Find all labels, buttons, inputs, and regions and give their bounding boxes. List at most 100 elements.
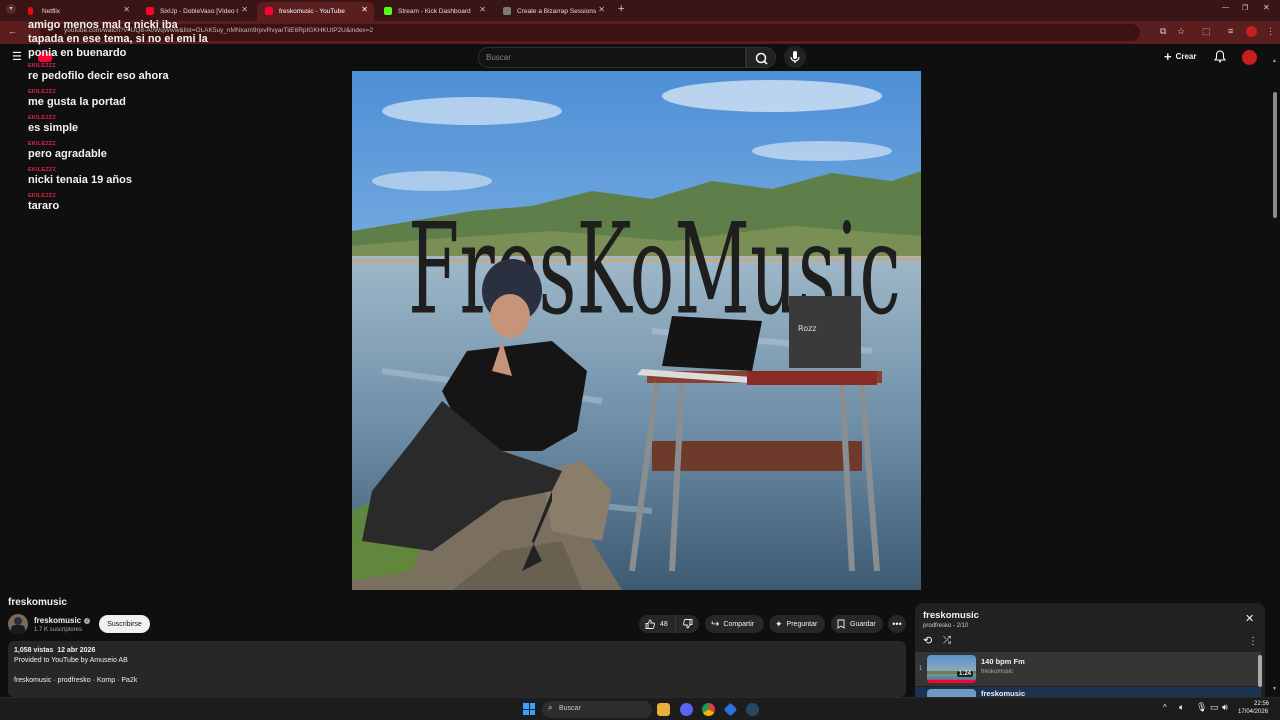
close-icon[interactable]: ✕: [598, 5, 605, 14]
bookmark-icon: [837, 619, 845, 629]
loop-icon[interactable]: ⟲: [923, 634, 932, 647]
close-icon[interactable]: ✕: [361, 5, 368, 14]
clock-date[interactable]: 17/04/2026: [1238, 709, 1268, 715]
start-windows-icon[interactable]: [523, 703, 535, 715]
minimize-icon[interactable]: —: [1222, 4, 1229, 11]
page-scrollbar[interactable]: ▲ ▼: [1270, 44, 1280, 697]
save-button[interactable]: Guardar: [831, 615, 883, 633]
tab-freskomusic[interactable]: freskomusic - YouTube ✕: [257, 2, 374, 21]
chat-message-text: ponia en buenardo: [28, 47, 127, 59]
microphone-tray-icon[interactable]: 🎙︎: [1196, 702, 1207, 713]
file-explorer-icon[interactable]: [657, 703, 670, 716]
playlist-item-title: 140 bpm Fm: [981, 657, 1025, 666]
chat-message-text: me gusta la portad: [28, 96, 126, 108]
display-icon[interactable]: ▭: [1210, 702, 1219, 713]
thumbs-up-icon: [645, 619, 655, 629]
subscribe-label: Suscribirse: [107, 620, 142, 628]
chrome-icon[interactable]: [702, 703, 715, 716]
discord-icon[interactable]: [680, 703, 693, 716]
share-arrow-icon: ↪: [711, 618, 720, 630]
tray-chevron-up-icon[interactable]: ^: [1163, 703, 1167, 712]
playlist-item-title: freskomusic: [981, 689, 1026, 697]
playlist-scrollbar[interactable]: [1258, 655, 1262, 687]
scroll-down-icon[interactable]: ▼: [1272, 686, 1277, 692]
video-player[interactable]: FresKoMusic Rozz: [352, 71, 921, 590]
save-label: Guardar: [850, 620, 876, 628]
search-input[interactable]: Buscar: [478, 47, 746, 68]
speaker-icon[interactable]: 🔊︎: [1222, 702, 1228, 713]
tab-label: Stream - Kick Dashboard: [398, 8, 471, 15]
install-app-icon[interactable]: ⧉: [1160, 26, 1166, 37]
extensions-icon[interactable]: ⬚: [1202, 26, 1211, 37]
notifications-bell-icon[interactable]: [1213, 50, 1227, 68]
video-title: freskomusic: [8, 597, 67, 608]
tab-kick[interactable]: Stream - Kick Dashboard ✕: [376, 2, 492, 21]
channel-name-label: freskomusic: [34, 616, 82, 625]
chat-message-text: es simple: [28, 122, 79, 134]
like-count: 48: [660, 620, 668, 628]
volume-icon[interactable]: 🔈︎: [1179, 702, 1184, 713]
close-window-icon[interactable]: ✕: [1263, 3, 1270, 12]
tab-bizarrap[interactable]: Create a Bizarrap Sessions Tier ✕: [495, 2, 611, 21]
tab-search-icon[interactable]: ▾: [6, 4, 16, 14]
close-icon[interactable]: ✕: [241, 5, 248, 14]
hamburger-menu-icon[interactable]: ☰: [12, 50, 22, 63]
chat-message-text: nicki tenaia 19 años: [28, 174, 132, 186]
create-button[interactable]: + Crear: [1164, 49, 1197, 64]
search-icon: ⌕: [548, 703, 553, 712]
windows-taskbar: ⌕ Buscar ^ 🔈︎ 🎙︎ ▭ 🔊︎ 22:56 17/04/2026: [0, 697, 1280, 720]
album-cover-image: FresKoMusic Rozz: [352, 71, 921, 590]
playlist-item-index: 1: [919, 666, 923, 672]
channel-name[interactable]: freskomusic ✓: [34, 616, 91, 625]
kick-favicon-icon: [384, 7, 392, 15]
account-avatar[interactable]: [1242, 50, 1257, 65]
media-control-icon[interactable]: ≡: [1228, 26, 1233, 36]
ask-button[interactable]: ✦ Preguntar: [769, 615, 825, 633]
tab-label: freskomusic - YouTube: [279, 8, 345, 15]
scrollbar-thumb[interactable]: [1273, 92, 1277, 218]
duration-badge: 1:24: [956, 671, 973, 677]
scroll-up-icon[interactable]: ▲: [1272, 58, 1277, 64]
provided-by-text: Provided to YouTube by Amuseio AB: [14, 657, 128, 664]
like-button[interactable]: 48: [639, 615, 675, 633]
search-button[interactable]: [746, 47, 776, 68]
subscriber-count: 1.7 K suscriptores: [34, 627, 83, 633]
clock-time[interactable]: 22:56: [1254, 701, 1269, 707]
close-icon[interactable]: ✕: [123, 5, 130, 14]
taskbar-search-box[interactable]: ⌕ Buscar: [542, 701, 652, 718]
dislike-button[interactable]: [675, 615, 699, 633]
verified-check-icon: ✓: [84, 617, 91, 624]
new-tab-icon[interactable]: +: [618, 3, 624, 15]
back-arrow-icon[interactable]: ←: [8, 26, 17, 36]
steam-icon[interactable]: [746, 703, 759, 716]
bookmark-star-icon[interactable]: ☆: [1177, 26, 1185, 37]
app-launcher-icon[interactable]: [723, 702, 738, 717]
chat-message-text: tapada en ese tema, si no el emi la: [28, 33, 208, 45]
search-placeholder: Buscar: [486, 53, 511, 62]
view-stats: 1,058 vistas 12 abr 2026: [14, 647, 96, 654]
playlist-item[interactable]: freskomusic: [915, 687, 1261, 697]
shuffle-icon[interactable]: ⤮: [943, 635, 951, 646]
playlist-item[interactable]: 1 1:24 140 bpm Fm freskomusic: [915, 652, 1261, 686]
share-button[interactable]: ↪ Compartir: [705, 615, 764, 633]
chat-message-text: pero agradable: [28, 148, 107, 160]
chat-message-text: re pedofilo decir eso ahora: [28, 70, 169, 82]
share-label: Compartir: [723, 620, 755, 628]
sparkle-icon: ✦: [775, 618, 783, 629]
tab-label: Netflix: [42, 8, 61, 15]
voice-search-button[interactable]: [784, 46, 806, 68]
close-icon[interactable]: ✕: [1245, 612, 1254, 625]
video-thumbnail: 1:24: [927, 655, 976, 683]
chat-message-text: amigo menos mal q nicki iba: [28, 19, 178, 31]
playlist-title[interactable]: freskomusic: [923, 610, 979, 621]
profile-avatar-icon[interactable]: [1246, 26, 1257, 37]
video-description[interactable]: 1,058 vistas 12 abr 2026 Provided to You…: [8, 641, 906, 697]
more-actions-button[interactable]: •••: [888, 615, 906, 633]
plus-icon: +: [1164, 49, 1172, 64]
subscribe-button[interactable]: Suscribirse: [99, 615, 150, 633]
more-vertical-icon[interactable]: ⋮: [1248, 636, 1258, 647]
browser-menu-icon[interactable]: ⋮: [1266, 26, 1275, 37]
maximize-icon[interactable]: ❐: [1242, 4, 1248, 12]
close-icon[interactable]: ✕: [479, 5, 486, 14]
channel-avatar[interactable]: [8, 614, 28, 634]
